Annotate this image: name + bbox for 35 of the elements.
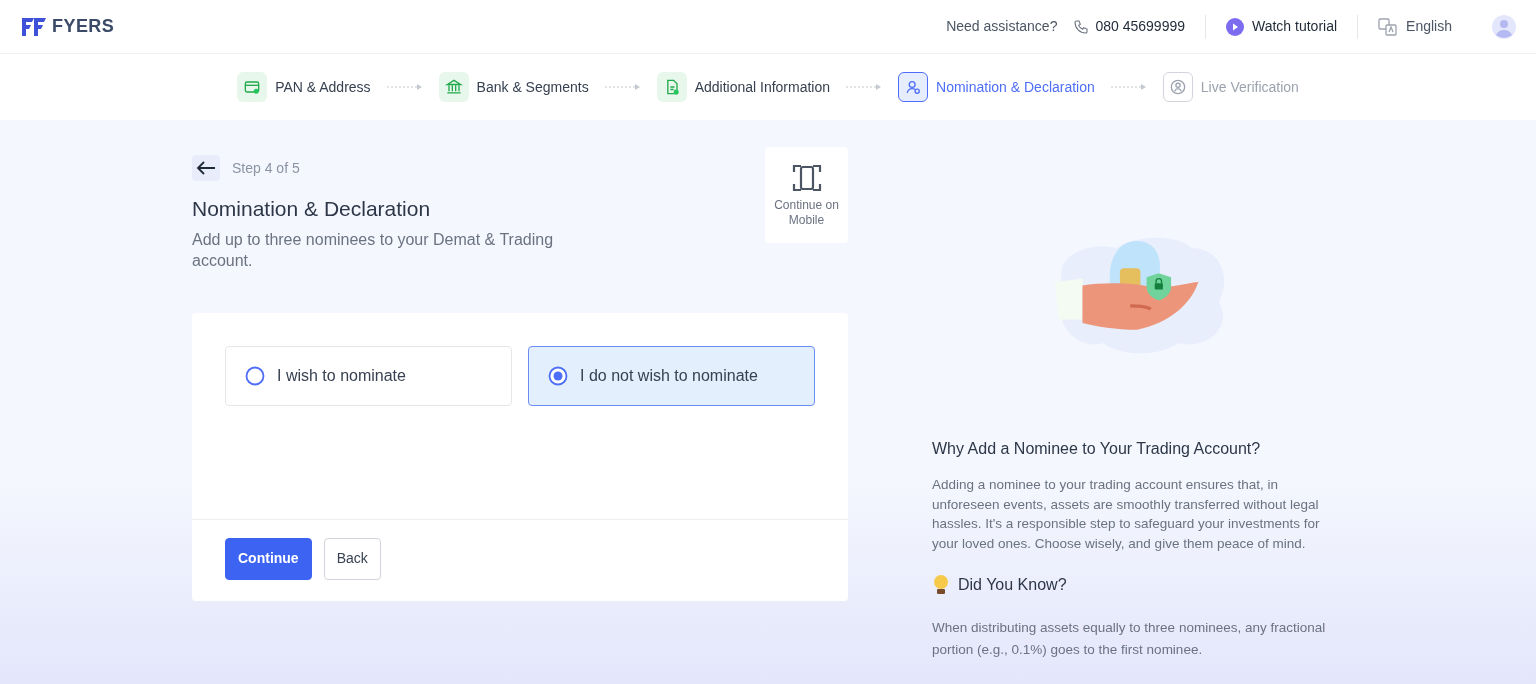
logo-icon — [20, 15, 48, 38]
info-title: Why Add a Nominee to Your Trading Account? — [932, 439, 1262, 459]
back-button[interactable]: Back — [323, 537, 381, 580]
dotted-arrow-icon — [386, 83, 423, 91]
brand-name: FYERS — [52, 15, 115, 38]
dotted-arrow-icon — [604, 83, 641, 91]
radio-icon — [245, 365, 265, 386]
page-subtitle: Add up to three nominees to your Demat & Trading account. — [192, 229, 555, 271]
radio-option[interactable]: I wish to nominate — [225, 345, 512, 406]
step-label[interactable]: Bank & Segments — [476, 76, 589, 98]
assistance-label: Need assistance? — [946, 17, 1058, 36]
qr-phone-icon — [790, 162, 823, 194]
back-arrow-icon — [196, 161, 216, 175]
radio-icon — [548, 365, 568, 386]
back-arrow-button[interactable] — [192, 155, 220, 181]
step-counter: Step 4 of 5 — [232, 158, 300, 178]
continue-button[interactable]: Continue — [225, 537, 312, 580]
tip-title: Did You Know? — [958, 575, 1067, 595]
watch-tutorial-button[interactable]: Watch tutorial — [1226, 16, 1338, 37]
dotted-arrow-icon — [1110, 83, 1147, 91]
play-icon — [1226, 17, 1244, 36]
continue-on-mobile-button[interactable]: Continue on Mobile — [765, 147, 848, 243]
page-title: Nomination & Declaration — [192, 196, 432, 222]
step-label[interactable]: Additional Information — [694, 76, 831, 98]
info-body: Adding a nominee to your trading account ensures that, in unforeseen events, assets are smoothly transferred without legal hassles. It's a responsible step to safeguard your investments for your loved ones. Choose wisely, and give them peace of mind. — [932, 476, 1321, 553]
phone-icon — [1073, 18, 1090, 35]
dotted-arrow-icon — [846, 83, 883, 91]
step-label[interactable]: PAN & Address — [275, 76, 371, 98]
phone-link[interactable]: 080 45699999 — [1095, 16, 1185, 37]
radio-option[interactable]: I do not wish to nominate — [528, 345, 815, 406]
lightbulb-icon — [932, 574, 950, 596]
tip-body: When distributing assets equally to three nominees, any fractional portion (e.g., 0.1%) goes to the first nominee. — [932, 619, 1327, 659]
step-label[interactable]: Nomination & Declaration — [936, 76, 1095, 98]
translate-icon — [1378, 17, 1399, 36]
language-button[interactable]: English — [1378, 16, 1452, 37]
